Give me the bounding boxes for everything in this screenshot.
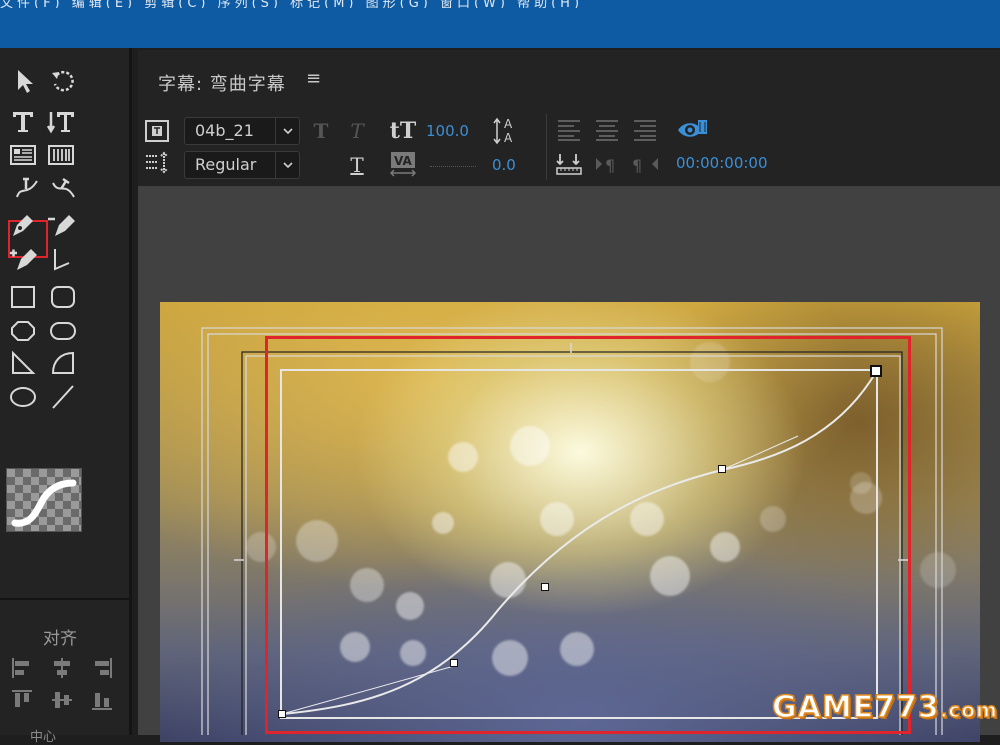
clipped-corner-rect-tool-icon[interactable] <box>8 316 38 346</box>
align-center-h-icon[interactable] <box>50 656 74 680</box>
vertical-path-type-tool-icon[interactable] <box>48 174 78 204</box>
watermark-suffix: .com <box>939 697 998 723</box>
arc-tool-icon[interactable] <box>48 348 78 378</box>
chevron-down-icon <box>275 118 299 144</box>
add-anchor-tool-icon[interactable] <box>8 244 38 274</box>
font-style-value: Regular <box>195 155 257 174</box>
align-right-icon[interactable] <box>90 656 114 680</box>
align-top-icon[interactable] <box>10 688 34 712</box>
paragraph-right-icon[interactable]: ¶ <box>632 150 660 178</box>
tools-panel <box>0 48 132 598</box>
line-spacing-icon[interactable] <box>144 150 170 176</box>
leading-icon: AA <box>492 116 522 146</box>
underline-button[interactable]: T <box>346 152 368 178</box>
font-family-dropdown[interactable]: 04b_21 <box>184 117 300 145</box>
align-panel: 对齐 中心 <box>0 598 132 745</box>
svg-text:A: A <box>504 117 513 131</box>
line-tool-icon[interactable] <box>48 382 78 412</box>
kerning-icon: VA <box>388 150 418 178</box>
paragraph-left-icon[interactable]: ¶ <box>594 150 622 178</box>
ellipse-tool-icon[interactable] <box>8 382 38 412</box>
rounded-rect-tool-icon[interactable] <box>48 282 78 312</box>
font-style-dropdown[interactable]: Regular <box>184 151 300 179</box>
align-center-v-icon[interactable] <box>50 688 74 712</box>
align-panel-label: 对齐 <box>43 629 77 649</box>
rectangle-tool-icon[interactable] <box>8 282 38 312</box>
font-size-value[interactable]: 100.0 <box>426 122 469 140</box>
rounded-corner-rect-tool-icon[interactable] <box>48 316 78 346</box>
bold-button[interactable]: T <box>310 118 332 144</box>
wedge-tool-icon[interactable] <box>8 348 38 378</box>
panel-menu-icon[interactable]: ≡ <box>306 68 321 89</box>
vertical-type-tool-icon[interactable] <box>46 106 76 136</box>
show-background-video-icon[interactable] <box>676 116 708 144</box>
center-section-label: 中心 <box>30 730 57 745</box>
vertical-area-type-tool-icon[interactable] <box>46 140 76 170</box>
rotation-tool-icon[interactable] <box>48 66 78 96</box>
svg-text:¶: ¶ <box>632 156 642 175</box>
chevron-down-icon <box>275 152 299 178</box>
title-canvas-area <box>138 186 1000 742</box>
menu-bar[interactable]: 文件(F) 编辑(E) 剪辑(C) 序列(S) 标记(M) 图形(G) 窗口(W… <box>0 0 600 8</box>
align-text-right-icon[interactable] <box>632 118 658 142</box>
area-type-tool-icon[interactable] <box>8 140 38 170</box>
kerning-value[interactable]: 0.0 <box>492 156 516 174</box>
selection-tool-icon[interactable] <box>10 66 40 96</box>
svg-text:VA: VA <box>394 154 412 168</box>
type-tool-icon[interactable] <box>8 106 38 136</box>
title-bar: 文件(F) 编辑(E) 剪辑(C) 序列(S) 标记(M) 图形(G) 窗口(W… <box>0 0 1000 48</box>
svg-text:A: A <box>504 131 513 145</box>
convert-anchor-tool-icon[interactable] <box>46 244 76 274</box>
selection-highlight-box <box>265 336 911 734</box>
align-left-icon[interactable] <box>10 656 34 680</box>
delete-anchor-tool-icon[interactable] <box>46 210 76 240</box>
path-type-tool-icon[interactable] <box>12 174 42 204</box>
tab-stops-icon[interactable] <box>554 150 584 178</box>
divider <box>546 114 547 180</box>
title-toolbar: 04b_21 Regular T T T tT 100.0 VA 0.0 AA <box>138 114 1000 186</box>
watermark-text: GAME773 <box>771 689 940 726</box>
font-family-value: 04b_21 <box>195 121 254 140</box>
style-swatch[interactable] <box>6 468 82 532</box>
kerning-slider[interactable] <box>430 166 476 167</box>
title-template-icon[interactable] <box>144 118 170 144</box>
align-text-center-icon[interactable] <box>594 118 620 142</box>
timecode-value[interactable]: 00:00:00:00 <box>676 154 768 172</box>
pen-tool-icon[interactable] <box>8 210 38 240</box>
align-bottom-icon[interactable] <box>90 688 114 712</box>
title-designer-panel: 字幕: 弯曲字幕 ≡ 04b_21 Regular T T T tT 100.0… <box>138 50 1000 742</box>
font-size-icon: tT <box>389 118 417 144</box>
svg-text:¶: ¶ <box>605 156 615 175</box>
panel-title: 字幕: 弯曲字幕 <box>158 74 286 95</box>
align-text-left-icon[interactable] <box>556 118 582 142</box>
watermark: GAME773.com <box>771 689 998 726</box>
italic-button[interactable]: T <box>346 118 368 144</box>
